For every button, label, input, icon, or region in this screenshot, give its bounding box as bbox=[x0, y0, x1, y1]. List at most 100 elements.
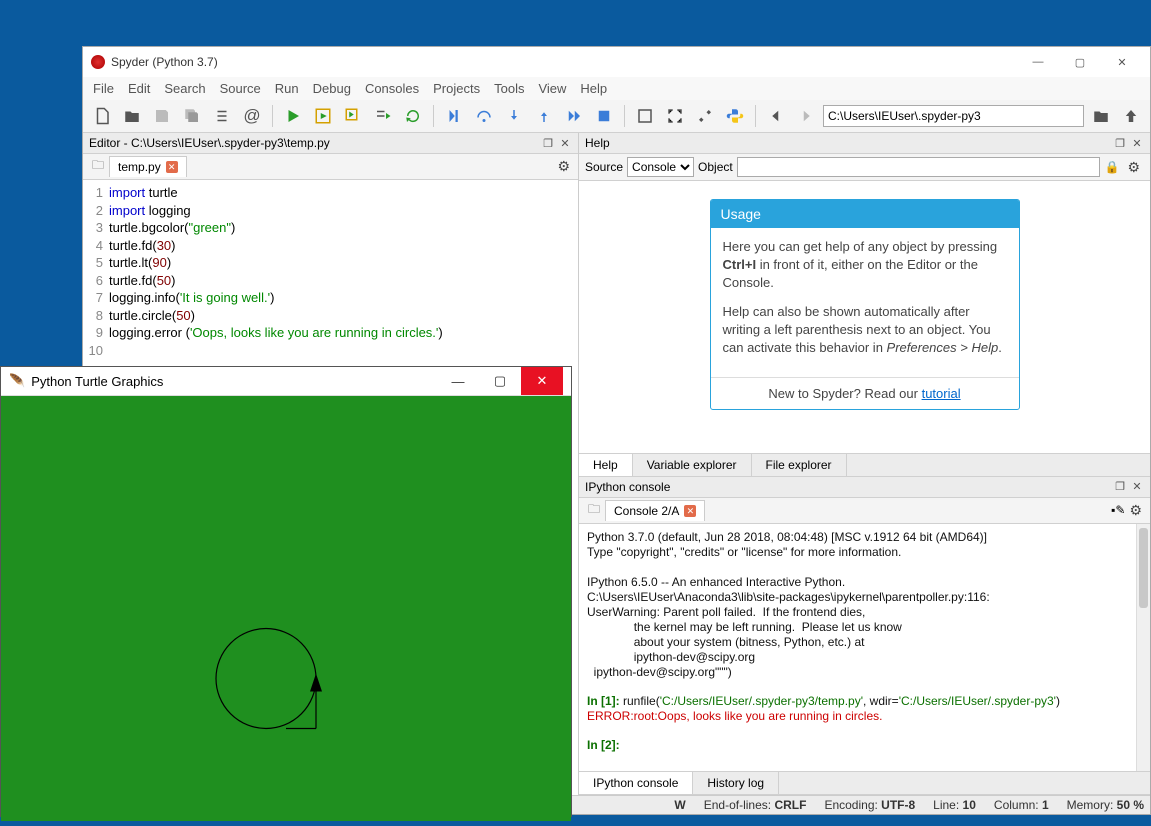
preferences-icon[interactable] bbox=[692, 103, 718, 129]
debug-icon[interactable] bbox=[441, 103, 467, 129]
list-icon[interactable] bbox=[209, 103, 235, 129]
step-over-icon[interactable] bbox=[471, 103, 497, 129]
close-button[interactable]: ✕ bbox=[1102, 49, 1142, 75]
run-selection-icon[interactable] bbox=[370, 103, 396, 129]
parent-dir-icon[interactable] bbox=[1118, 103, 1144, 129]
forward-icon[interactable] bbox=[793, 103, 819, 129]
usage-paragraph-2: Help can also be shown automatically aft… bbox=[723, 303, 1007, 358]
browse-dir-icon[interactable] bbox=[1088, 103, 1114, 129]
code-line[interactable]: 8turtle.circle(50) bbox=[83, 307, 578, 325]
console-browse-icon[interactable]: 🗀 bbox=[583, 500, 605, 521]
editor-tab[interactable]: temp.py ✕ bbox=[109, 156, 187, 177]
ipython-pane-title-text: IPython console bbox=[585, 480, 670, 494]
maximize-pane-icon[interactable] bbox=[632, 103, 658, 129]
new-file-icon[interactable] bbox=[89, 103, 115, 129]
help-close-icon[interactable]: ✕ bbox=[1130, 136, 1144, 150]
run-icon[interactable] bbox=[280, 103, 306, 129]
status-line: Line: 10 bbox=[933, 798, 976, 812]
menu-source[interactable]: Source bbox=[220, 81, 261, 96]
tab-ipython-console[interactable]: IPython console bbox=[579, 772, 693, 794]
help-options-icon[interactable]: ⚙ bbox=[1123, 159, 1144, 176]
turtle-window-title: Python Turtle Graphics bbox=[31, 374, 163, 389]
rerun-icon[interactable] bbox=[400, 103, 426, 129]
editor-pane-title: Editor - C:\Users\IEUser\.spyder-py3\tem… bbox=[83, 133, 578, 154]
console-scrollbar[interactable] bbox=[1136, 524, 1150, 772]
working-dir-input[interactable] bbox=[823, 105, 1084, 127]
menu-consoles[interactable]: Consoles bbox=[365, 81, 419, 96]
usage-footer: New to Spyder? Read our tutorial bbox=[711, 377, 1019, 409]
turtle-maximize-button[interactable]: ▢ bbox=[479, 367, 521, 395]
ipython-close-icon[interactable]: ✕ bbox=[1130, 480, 1144, 494]
step-into-icon[interactable] bbox=[501, 103, 527, 129]
browse-tabs-icon[interactable]: 🗀 bbox=[87, 156, 109, 177]
status-permissions: W bbox=[674, 798, 685, 812]
tab-help[interactable]: Help bbox=[579, 454, 633, 476]
console-clear-icon[interactable]: ✎ bbox=[1115, 503, 1125, 517]
code-line[interactable]: 10 bbox=[83, 342, 578, 360]
help-undock-icon[interactable]: ❐ bbox=[1113, 136, 1127, 150]
ipython-console[interactable]: Python 3.7.0 (default, Jun 28 2018, 08:0… bbox=[579, 524, 1150, 772]
maximize-button[interactable]: ▢ bbox=[1060, 49, 1100, 75]
ipython-undock-icon[interactable]: ❐ bbox=[1113, 480, 1127, 494]
fullscreen-icon[interactable] bbox=[662, 103, 688, 129]
console-options-icon[interactable]: ⚙ bbox=[1125, 502, 1146, 519]
tutorial-link[interactable]: tutorial bbox=[922, 386, 961, 401]
code-line[interactable]: 3turtle.bgcolor("green") bbox=[83, 219, 578, 237]
menu-projects[interactable]: Projects bbox=[433, 81, 480, 96]
editor-options-icon[interactable]: ⚙ bbox=[553, 158, 574, 175]
python-path-icon[interactable] bbox=[722, 103, 748, 129]
menu-debug[interactable]: Debug bbox=[313, 81, 351, 96]
tab-history-log[interactable]: History log bbox=[693, 772, 779, 794]
code-line[interactable]: 9logging.error ('Oops, looks like you ar… bbox=[83, 324, 578, 342]
in-prompt-2: In [2]: bbox=[587, 738, 620, 752]
help-object-input[interactable] bbox=[737, 157, 1101, 177]
help-pane-title: Help ❐ ✕ bbox=[579, 133, 1150, 154]
continue-icon[interactable] bbox=[561, 103, 587, 129]
menu-run[interactable]: Run bbox=[275, 81, 299, 96]
help-tabs: Help Variable explorer File explorer bbox=[579, 453, 1150, 477]
at-icon[interactable]: @ bbox=[239, 103, 265, 129]
menu-search[interactable]: Search bbox=[164, 81, 205, 96]
menu-tools[interactable]: Tools bbox=[494, 81, 524, 96]
stop-icon[interactable] bbox=[591, 103, 617, 129]
save-all-icon[interactable] bbox=[179, 103, 205, 129]
code-line[interactable]: 4turtle.fd(30) bbox=[83, 237, 578, 255]
editor-close-icon[interactable]: ✕ bbox=[558, 136, 572, 150]
step-out-icon[interactable] bbox=[531, 103, 557, 129]
menu-edit[interactable]: Edit bbox=[128, 81, 150, 96]
run-cell-icon[interactable] bbox=[310, 103, 336, 129]
minimize-button[interactable]: — bbox=[1018, 49, 1058, 75]
help-source-select[interactable]: Console bbox=[627, 157, 694, 177]
run-cell-advance-icon[interactable] bbox=[340, 103, 366, 129]
turtle-close-button[interactable]: ✕ bbox=[521, 367, 563, 395]
help-pane-title-text: Help bbox=[585, 136, 610, 150]
menu-file[interactable]: File bbox=[93, 81, 114, 96]
console-tab[interactable]: Console 2/A ✕ bbox=[605, 500, 705, 521]
save-icon[interactable] bbox=[149, 103, 175, 129]
console-tab-close-icon[interactable]: ✕ bbox=[684, 505, 696, 517]
turtle-titlebar[interactable]: 🪶 Python Turtle Graphics — ▢ ✕ bbox=[1, 367, 571, 396]
help-lock-icon[interactable]: 🔒 bbox=[1104, 160, 1119, 174]
code-line[interactable]: 1import turtle bbox=[83, 184, 578, 202]
status-encoding: Encoding: UTF-8 bbox=[824, 798, 915, 812]
back-icon[interactable] bbox=[763, 103, 789, 129]
code-line[interactable]: 7logging.info('It is going well.') bbox=[83, 289, 578, 307]
console-tabbar: 🗀 Console 2/A ✕ ▪ ✎ ⚙ bbox=[579, 498, 1150, 524]
status-eol: End-of-lines: CRLF bbox=[704, 798, 807, 812]
open-file-icon[interactable] bbox=[119, 103, 145, 129]
tab-file-explorer[interactable]: File explorer bbox=[752, 454, 847, 476]
tab-variable-explorer[interactable]: Variable explorer bbox=[633, 454, 752, 476]
menubar: File Edit Search Source Run Debug Consol… bbox=[83, 77, 1150, 100]
code-line[interactable]: 2import logging bbox=[83, 202, 578, 220]
turtle-window: 🪶 Python Turtle Graphics — ▢ ✕ bbox=[0, 366, 572, 817]
editor-undock-icon[interactable]: ❐ bbox=[541, 136, 555, 150]
status-memory: Memory: 50 % bbox=[1067, 798, 1144, 812]
editor-pane-title-text: Editor - C:\Users\IEUser\.spyder-py3\tem… bbox=[89, 136, 330, 150]
titlebar[interactable]: Spyder (Python 3.7) — ▢ ✕ bbox=[83, 47, 1150, 77]
turtle-minimize-button[interactable]: — bbox=[437, 367, 479, 395]
menu-help[interactable]: Help bbox=[580, 81, 607, 96]
tab-close-icon[interactable]: ✕ bbox=[166, 161, 178, 173]
menu-view[interactable]: View bbox=[538, 81, 566, 96]
code-line[interactable]: 6turtle.fd(50) bbox=[83, 272, 578, 290]
code-line[interactable]: 5turtle.lt(90) bbox=[83, 254, 578, 272]
